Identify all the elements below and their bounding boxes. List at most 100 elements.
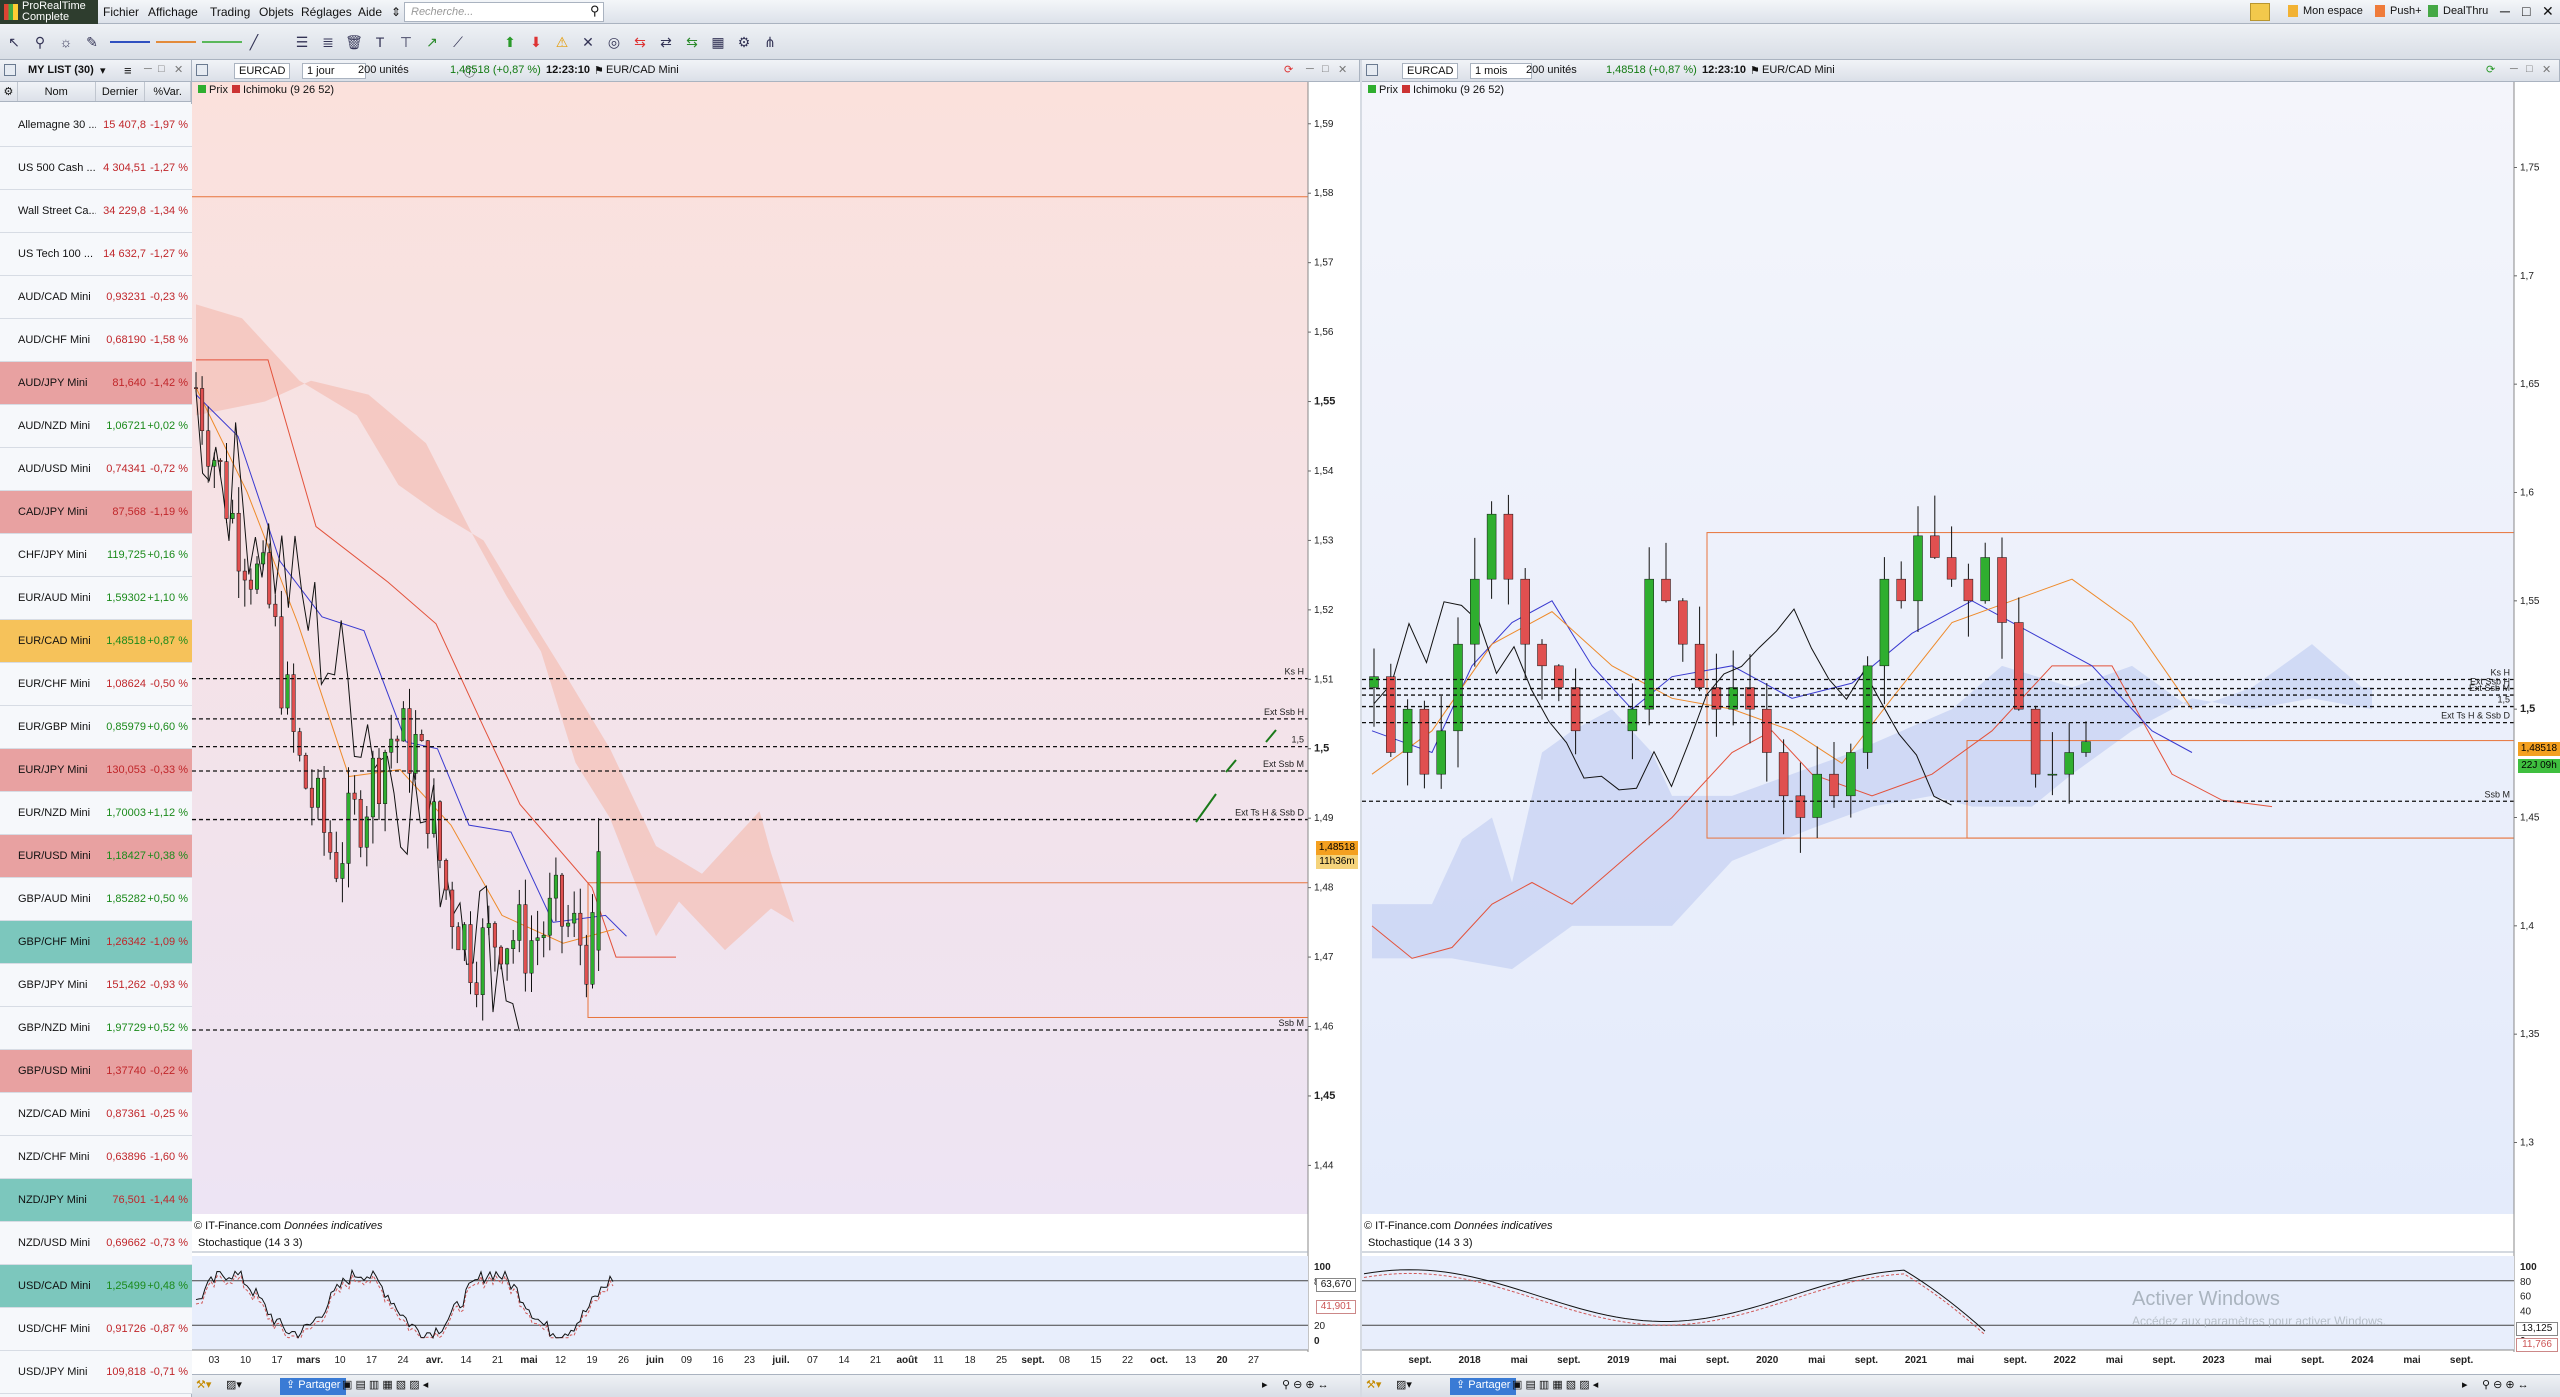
- ruler-icon[interactable]: ⟋: [448, 32, 468, 52]
- scroll-right-icon[interactable]: ▸: [1262, 1378, 1268, 1395]
- grid-icon[interactable]: ▦: [708, 32, 728, 52]
- tools-menu-icon[interactable]: ⚒▾: [196, 1378, 211, 1395]
- text-tool-icon[interactable]: T: [370, 32, 390, 52]
- maximize-window-button[interactable]: □: [2522, 3, 2530, 19]
- watchlist-row[interactable]: CAD/JPY Mini 87,568 -1,19 %: [0, 491, 192, 534]
- left-chart-panel[interactable]: Ks H Ext Ssb H 1,5 Ext Ssb M Ext Ts H & Ssb …: [192, 82, 1360, 1374]
- search-input[interactable]: Recherche...: [404, 2, 604, 22]
- watchlist-row[interactable]: AUD/NZD Mini 1,06721 +0,02 %: [0, 405, 192, 448]
- trendline-icon[interactable]: ╱: [244, 32, 264, 52]
- sell-arrow-icon[interactable]: ⬇: [526, 32, 546, 52]
- column-last[interactable]: Dernier: [96, 82, 146, 101]
- column-var[interactable]: %Var.: [145, 82, 191, 101]
- zoom-controls-icon[interactable]: ⚲ ⊖ ⊕ ↔: [2482, 1378, 2529, 1395]
- orange-line-tool-icon[interactable]: [156, 41, 196, 43]
- watchlist-row[interactable]: Wall Street Ca... 34 229,8 -1,34 %: [0, 190, 192, 233]
- buy-arrow-icon[interactable]: ⬆: [500, 32, 520, 52]
- footer-toolbar-icons[interactable]: ▣ ▤ ▥ ▦ ▧ ▨ ◂: [342, 1378, 428, 1395]
- menu-settings[interactable]: Réglages: [301, 5, 352, 19]
- chevron-down-icon[interactable]: ▾: [100, 64, 106, 77]
- share-button[interactable]: ⇪ Partager: [280, 1378, 347, 1395]
- watchlist-row[interactable]: NZD/CAD Mini 0,87361 -0,25 %: [0, 1093, 192, 1136]
- search-toggle-icon[interactable]: ⇕: [391, 5, 401, 19]
- footer-toolbar-icons[interactable]: ▣ ▤ ▥ ▦ ▧ ▨ ◂: [1512, 1378, 1598, 1395]
- measure-icon[interactable]: ⊤: [396, 32, 416, 52]
- sun-icon[interactable]: ☼: [56, 32, 76, 52]
- watchlist-row[interactable]: USD/JPY Mini 109,818 -0,71 %: [0, 1351, 192, 1394]
- watchlist-row[interactable]: GBP/USD Mini 1,37740 -0,22 %: [0, 1050, 192, 1093]
- ellipse-icon[interactable]: ◎: [604, 32, 624, 52]
- minimize-panel-icon[interactable]: ─: [144, 63, 152, 75]
- search-icon[interactable]: ⚲: [590, 3, 600, 19]
- right-price-chart[interactable]: Ks HExt Ssb HExt Ssb M1,5Ext Ts H & Ssb …: [1362, 82, 2560, 1374]
- menu-icon[interactable]: ≡: [124, 63, 132, 78]
- zoom-icon[interactable]: ⚲: [30, 32, 50, 52]
- watchlist-row[interactable]: NZD/USD Mini 0,69662 -0,73 %: [0, 1222, 192, 1265]
- drawing-menu-icon[interactable]: ▨▾: [1396, 1378, 1412, 1395]
- watchlist-row[interactable]: EUR/CAD Mini 1,48518 +0,87 %: [0, 620, 192, 663]
- watchlist-row[interactable]: GBP/JPY Mini 151,262 -0,93 %: [0, 964, 192, 1007]
- watchlist-row[interactable]: US Tech 100 ... 14 632,7 -1,27 %: [0, 233, 192, 276]
- watchlist-row[interactable]: NZD/JPY Mini 76,501 -1,44 %: [0, 1179, 192, 1222]
- watchlist-row[interactable]: AUD/CAD Mini 0,93231 -0,23 %: [0, 276, 192, 319]
- symbol-selector[interactable]: EURCAD: [234, 63, 290, 79]
- watchlist-row[interactable]: NZD/CHF Mini 0,63896 -1,60 %: [0, 1136, 192, 1179]
- dealthru-link[interactable]: DealThru: [2443, 5, 2488, 17]
- menu-file[interactable]: Fichier: [103, 5, 139, 19]
- right-chart-panel[interactable]: Ks H Ext Ssb H Ext Ssb M 1,5 Ext Ts H & Ssb …: [1362, 82, 2560, 1374]
- watchlist-row[interactable]: Allemagne 30 ... 15 407,8 -1,97 %: [0, 104, 192, 147]
- units-selector[interactable]: 200 unités: [354, 63, 420, 79]
- watchlist-row[interactable]: EUR/USD Mini 1,18427 +0,38 %: [0, 835, 192, 878]
- watchlist-row[interactable]: AUD/USD Mini 0,74341 -0,72 %: [0, 448, 192, 491]
- menu-trading[interactable]: Trading: [210, 5, 250, 19]
- alert-icon[interactable]: ⚠: [552, 32, 572, 52]
- watchlist-row[interactable]: USD/CAD Mini 1,25499 +0,48 %: [0, 1265, 192, 1308]
- left-price-chart[interactable]: Ks H Ext Ssb H 1,5 Ext Ssb M Ext Ts H & Ssb …: [192, 82, 1360, 1374]
- settings-column-icon[interactable]: ⚙: [0, 82, 18, 101]
- minimize-chart-icon[interactable]: ─: [2510, 63, 2518, 75]
- watchlist-row[interactable]: GBP/NZD Mini 1,97729 +0,52 %: [0, 1007, 192, 1050]
- my-space-link[interactable]: Mon espace: [2303, 5, 2363, 17]
- zoom-controls-icon[interactable]: ⚲ ⊖ ⊕ ↔: [1282, 1378, 1329, 1395]
- cursor-icon[interactable]: ↖: [4, 32, 24, 52]
- close-chart-icon[interactable]: ✕: [1338, 63, 1347, 76]
- watchlist-row[interactable]: AUD/CHF Mini 0,68190 -1,58 %: [0, 319, 192, 362]
- menu-view[interactable]: Affichage: [148, 5, 198, 19]
- watchlist-title[interactable]: MY LIST (30): [24, 63, 98, 79]
- watchlist-row[interactable]: CHF/JPY Mini 119,725 +0,16 %: [0, 534, 192, 577]
- watchlist-row[interactable]: EUR/NZD Mini 1,70003 +1,12 %: [0, 792, 192, 835]
- symbol-selector[interactable]: EURCAD: [1402, 63, 1458, 79]
- red-channel-icon[interactable]: ⇆: [630, 32, 650, 52]
- watchlist-row[interactable]: GBP/AUD Mini 1,85282 +0,50 %: [0, 878, 192, 921]
- maximize-chart-icon[interactable]: □: [1322, 63, 1329, 75]
- channel-icon[interactable]: ⇄: [656, 32, 676, 52]
- maximize-chart-icon[interactable]: □: [2526, 63, 2533, 75]
- horizontal-lines-icon[interactable]: ☰: [292, 32, 312, 52]
- refresh-icon[interactable]: ⟳: [2486, 63, 2495, 76]
- tools-menu-icon[interactable]: ⚒▾: [1366, 1378, 1381, 1395]
- watchlist-row[interactable]: EUR/GBP Mini 0,85979 +0,60 %: [0, 706, 192, 749]
- tools-icon[interactable]: [2250, 3, 2270, 21]
- blue-line-tool-icon[interactable]: [110, 41, 150, 43]
- watchlist-row[interactable]: AUD/JPY Mini 81,640 -1,42 %: [0, 362, 192, 405]
- watchlist-row[interactable]: GBP/CHF Mini 1,26342 -1,09 %: [0, 921, 192, 964]
- push-link[interactable]: Push+: [2390, 5, 2422, 17]
- delete-objects-icon[interactable]: 🗑: [344, 32, 364, 52]
- close-chart-icon[interactable]: ✕: [2542, 63, 2551, 76]
- scroll-right-icon[interactable]: ▸: [2462, 1378, 2468, 1395]
- menu-objects[interactable]: Objets: [259, 5, 294, 19]
- close-window-button[interactable]: ✕: [2542, 3, 2554, 20]
- watchlist-row[interactable]: USD/CHF Mini 0,91726 -0,87 %: [0, 1308, 192, 1351]
- watchlist-row[interactable]: EUR/JPY Mini 130,053 -0,33 %: [0, 749, 192, 792]
- cross-shape-icon[interactable]: ✕: [578, 32, 598, 52]
- watchlist-row[interactable]: US 500 Cash ... 4 304,51 -1,27 %: [0, 147, 192, 190]
- refresh-icon[interactable]: ⟳: [1284, 63, 1293, 76]
- minimize-window-button[interactable]: ─: [2500, 3, 2510, 19]
- settings-icon[interactable]: ⚙: [734, 32, 754, 52]
- arrow-up-right-icon[interactable]: ↗: [422, 32, 442, 52]
- drawing-menu-icon[interactable]: ▨▾: [226, 1378, 242, 1395]
- fibonacci-icon[interactable]: ≣: [318, 32, 338, 52]
- share-button[interactable]: ⇪ Partager: [1450, 1378, 1517, 1395]
- green-channel-icon[interactable]: ⇆: [682, 32, 702, 52]
- pencil-icon[interactable]: ✎: [82, 32, 102, 52]
